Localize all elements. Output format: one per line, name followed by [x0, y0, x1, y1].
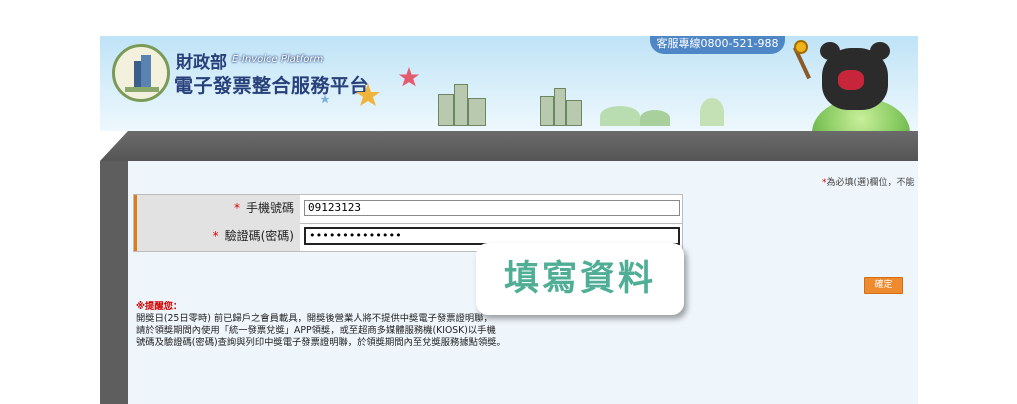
content-frame-left	[100, 161, 128, 404]
required-field-note: *為必填(選)欄位，不能	[822, 175, 915, 188]
mascot-heart-icon	[838, 70, 864, 90]
confirm-button[interactable]: 確定	[864, 277, 903, 294]
skyline-building	[566, 100, 582, 126]
password-label: * 驗證碼(密碼)	[134, 223, 300, 251]
required-asterisk: *	[212, 229, 219, 243]
skyline-hill	[640, 110, 670, 126]
notice-line: 請於領獎期間內使用「統一發票兌獎」APP領獎，或至超商多媒體服務機(KIOSK)…	[136, 325, 496, 336]
decor-star-icon	[320, 94, 330, 104]
phone-number-input[interactable]: 09123123	[304, 200, 680, 216]
customer-hotline: 客服專線0800-521-988	[650, 36, 785, 54]
skyline-building	[554, 88, 566, 126]
decor-star-icon	[398, 66, 420, 87]
skyline-building	[454, 84, 468, 126]
platform-english-name: E-Invoice Platform	[232, 54, 324, 65]
phone-label: * 手機號碼	[134, 195, 300, 223]
password-label-text: 驗證碼(密碼)	[224, 229, 294, 243]
decor-star-icon	[356, 83, 380, 106]
skyline-building	[540, 96, 554, 126]
ministry-name: 財政部	[176, 53, 227, 73]
fill-data-badge-text: 填寫資料	[503, 259, 656, 299]
content-frame-top	[100, 131, 918, 161]
platform-title: 電子發票整合服務平台	[174, 75, 370, 97]
mascot-wand-coin-icon	[794, 40, 808, 54]
skyline-hill	[700, 98, 724, 126]
skyline-building	[438, 94, 454, 126]
phone-row: * 手機號碼 09123123	[134, 195, 682, 224]
skyline-building	[468, 98, 486, 126]
fill-data-badge: 填寫資料	[476, 243, 684, 315]
ministry-emblem-logo[interactable]	[112, 44, 170, 102]
site-header: 客服專線0800-521-988 財政部 E-Invoice Platform …	[100, 36, 918, 131]
phone-label-text: 手機號碼	[245, 201, 294, 215]
frame-notch	[100, 131, 128, 161]
skyline-hill	[600, 106, 640, 126]
required-note-text: 為必填(選)欄位，不能	[826, 178, 915, 188]
app-window: 客服專線0800-521-988 財政部 E-Invoice Platform …	[100, 36, 918, 404]
notice-line: 號碼及驗證碼(密碼)查詢與列印中獎電子發票證明聯，於領獎期間內至兌獎服務據點領獎…	[136, 337, 506, 348]
required-asterisk: *	[233, 201, 240, 215]
